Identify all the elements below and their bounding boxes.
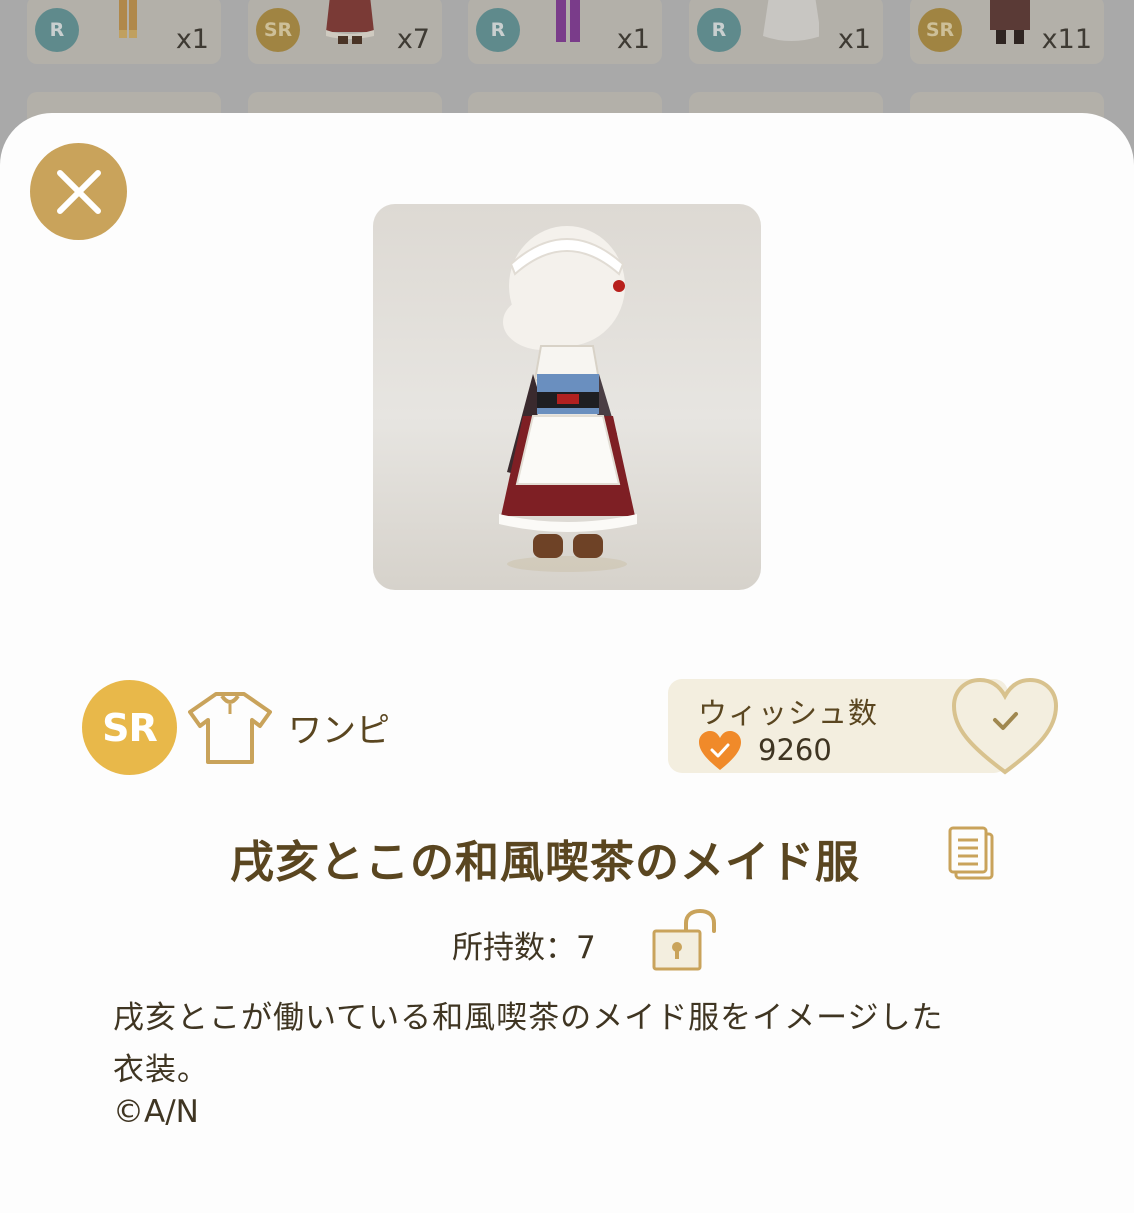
item-thumbnail	[326, 0, 374, 44]
inventory-item[interactable]: R x1	[689, 0, 883, 64]
close-icon	[56, 169, 101, 214]
owned-count: 所持数：7	[452, 930, 596, 966]
onepiece-shirt-icon	[188, 692, 272, 764]
rarity-badge: R	[35, 8, 79, 52]
item-thumbnail	[990, 0, 1030, 44]
item-preview	[373, 204, 761, 590]
inventory-item[interactable]: SR x7	[248, 0, 442, 64]
item-thumbnail	[763, 0, 819, 41]
inventory-item[interactable]: R x1	[27, 0, 221, 64]
maid-outfit-illustration	[499, 226, 637, 572]
category-label: ワンピ	[288, 711, 390, 751]
wish-label: ウィッシュ数	[698, 696, 879, 730]
item-count: x11	[1041, 24, 1092, 55]
inventory-item[interactable]: SR x11	[910, 0, 1104, 64]
item-thumbnail	[119, 0, 137, 38]
rarity-badge: R	[476, 8, 520, 52]
rarity-badge: SR	[82, 680, 177, 775]
close-button[interactable]	[30, 143, 127, 240]
wish-count: 9260	[758, 733, 832, 767]
item-name: 戌亥とこの和風喫茶のメイド服	[230, 837, 860, 888]
inventory-item[interactable]: R x1	[468, 0, 662, 64]
item-count: x1	[616, 24, 650, 55]
item-description: 戌亥とこが働いている和風喫茶のメイド服をイメージした衣装。	[113, 1000, 944, 1088]
rarity-badge: SR	[256, 8, 300, 52]
copyright-credit: ©A/N	[113, 1094, 199, 1130]
item-count: x7	[396, 24, 430, 55]
item-count: x1	[175, 24, 209, 55]
unlocked-padlock-icon[interactable]	[650, 909, 718, 971]
item-thumbnail	[556, 0, 580, 42]
wish-button[interactable]	[950, 676, 1060, 776]
rarity-badge: R	[697, 8, 741, 52]
heart-check-icon	[699, 731, 741, 770]
rarity-badge: SR	[918, 8, 962, 52]
copy-document-icon[interactable]	[948, 826, 996, 882]
item-count: x1	[837, 24, 871, 55]
